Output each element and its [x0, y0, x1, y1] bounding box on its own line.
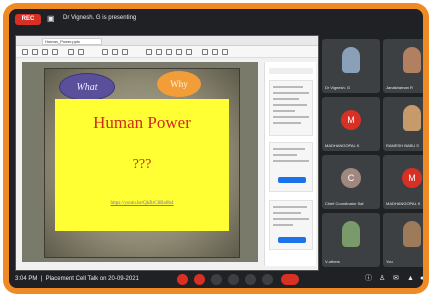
- toolbar-icon[interactable]: [186, 49, 192, 55]
- toolbar-icon[interactable]: [222, 49, 228, 55]
- toolbar-icon[interactable]: [68, 49, 74, 55]
- shared-screen: Human_Power.pptx What Why Human Power ??…: [15, 35, 319, 271]
- toolbar-icon[interactable]: [22, 49, 28, 55]
- participant-name: RAMESH BABU S: [386, 143, 419, 148]
- app-toolbar: [16, 46, 318, 58]
- activities-icon[interactable]: ▲: [407, 275, 415, 283]
- participant-name: Dr Vignesh. G: [325, 85, 351, 90]
- document-tab[interactable]: Human_Power.pptx: [42, 38, 102, 45]
- panel-action-button[interactable]: [278, 237, 306, 243]
- present-now-button[interactable]: [245, 274, 256, 285]
- participant-photo: [403, 221, 421, 247]
- panel-action-button[interactable]: [278, 177, 306, 183]
- info-icon[interactable]: ⓘ: [365, 275, 373, 283]
- participant-avatar: M: [341, 110, 361, 130]
- slide-content-box: Human Power ??? https://youtu.be/QkBrC8B…: [55, 99, 229, 231]
- end-call-button[interactable]: [281, 274, 299, 285]
- participant-name: V-others: [325, 259, 340, 264]
- participant-photo: [342, 47, 360, 73]
- participant-photo: [342, 221, 360, 247]
- people-icon[interactable]: ♙: [379, 275, 387, 283]
- comment-card: [269, 200, 313, 250]
- presenting-label: Dr Vignesh. G is presenting: [63, 15, 137, 21]
- chat-icon[interactable]: ✉: [393, 275, 401, 283]
- participant-avatar: C: [341, 168, 361, 188]
- meet-window: REC ▣ Dr Vignesh. G is presenting Human_…: [9, 9, 423, 288]
- toolbar-icon[interactable]: [42, 49, 48, 55]
- clock-time: 3:04 PM: [15, 276, 38, 282]
- presentation-slide: What Why Human Power ??? https://youtu.b…: [44, 68, 240, 258]
- participant-tile[interactable]: Janakiraman R: [383, 39, 423, 93]
- slide-viewport: What Why Human Power ??? https://youtu.b…: [22, 62, 258, 262]
- toolbar-icon[interactable]: [212, 49, 218, 55]
- participant-name: MADHANGOPAL K: [325, 143, 360, 148]
- top-bar: REC ▣ Dr Vignesh. G is presenting: [9, 9, 423, 31]
- toolbar-icon[interactable]: [78, 49, 84, 55]
- toolbar-icon[interactable]: [102, 49, 108, 55]
- meeting-title: Placement Cell Talk on 20-09-2021: [45, 276, 139, 282]
- toolbar-icon[interactable]: [156, 49, 162, 55]
- comment-card: [269, 80, 313, 136]
- participant-photo: [403, 105, 421, 131]
- participant-photo: [403, 47, 421, 73]
- toolbar-icon[interactable]: [176, 49, 182, 55]
- raise-hand-button[interactable]: [228, 274, 239, 285]
- toolbar-icon[interactable]: [202, 49, 208, 55]
- what-bubble: What: [59, 73, 115, 101]
- participant-name: You: [386, 259, 393, 264]
- recording-badge: REC: [15, 14, 41, 25]
- more-options-button[interactable]: [262, 274, 273, 285]
- comments-panel: [264, 62, 316, 266]
- mic-off-button[interactable]: [177, 274, 188, 285]
- lock-icon[interactable]: ●: [420, 275, 423, 283]
- participant-name: Janakiraman R: [386, 85, 413, 90]
- participant-tile[interactable]: V-others: [322, 213, 380, 267]
- toolbar-icon[interactable]: [146, 49, 152, 55]
- participant-tile[interactable]: M MADHANGOPAL K: [383, 155, 423, 209]
- participant-tile[interactable]: M MADHANGOPAL K: [322, 97, 380, 151]
- toolbar-icon[interactable]: [122, 49, 128, 55]
- slide-title: Human Power: [93, 113, 191, 132]
- participant-tile[interactable]: C Chief Coordinator Saf: [322, 155, 380, 209]
- orange-frame: REC ▣ Dr Vignesh. G is presenting Human_…: [3, 3, 429, 294]
- bottom-bar: 3:04 PM | Placement Cell Talk on 20-09-2…: [9, 271, 423, 288]
- participant-avatar: M: [402, 168, 422, 188]
- camera-off-button[interactable]: [194, 274, 205, 285]
- app-titlebar: Human_Power.pptx: [16, 36, 318, 46]
- comment-card: [269, 142, 313, 192]
- toolbar-icon[interactable]: [166, 49, 172, 55]
- participant-name: Chief Coordinator Saf: [325, 201, 364, 206]
- participant-tile[interactable]: RAMESH BABU S: [383, 97, 423, 151]
- panel-header: [269, 68, 313, 74]
- toolbar-icon[interactable]: [112, 49, 118, 55]
- participant-tile[interactable]: Dr Vignesh. G: [322, 39, 380, 93]
- participant-name: MADHANGOPAL K: [386, 201, 421, 206]
- toolbar-icon[interactable]: [32, 49, 38, 55]
- participant-tile[interactable]: You: [383, 213, 423, 267]
- captions-button[interactable]: [211, 274, 222, 285]
- why-bubble: Why: [157, 71, 201, 97]
- toolbar-icon[interactable]: [52, 49, 58, 55]
- meeting-details: 3:04 PM | Placement Cell Talk on 20-09-2…: [15, 276, 139, 282]
- present-screen-icon: ▣: [47, 14, 55, 23]
- slide-link[interactable]: https://youtu.be/QkBrC8Bn8b4: [55, 201, 229, 206]
- slide-question-marks: ???: [132, 157, 152, 172]
